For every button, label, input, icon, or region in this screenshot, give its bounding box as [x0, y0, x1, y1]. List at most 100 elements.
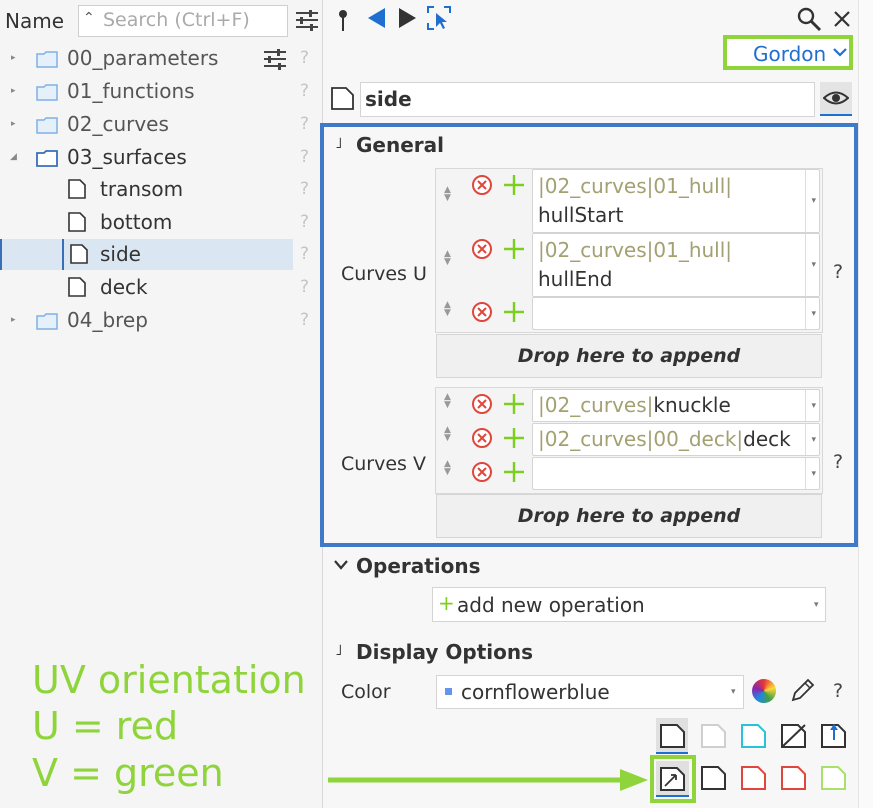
red-edge-surface-icon-2[interactable]: [781, 766, 807, 790]
help-icon[interactable]: ?: [300, 179, 309, 199]
parameters-sliders-icon[interactable]: [262, 48, 288, 70]
expand-arrow-icon[interactable]: ▸: [11, 86, 16, 96]
remove-icon[interactable]: [472, 462, 492, 482]
filter-sliders-icon[interactable]: [294, 8, 320, 32]
color-wheel-icon[interactable]: [752, 679, 776, 703]
object-name-input[interactable]: side: [360, 82, 815, 117]
tree-item-01-functions[interactable]: ▸ 01_functions ?: [0, 76, 309, 107]
remove-icon[interactable]: [472, 239, 492, 259]
expand-arrow-icon[interactable]: ▸: [11, 315, 16, 325]
drop-zone-curves-v[interactable]: Drop here to append: [436, 494, 822, 538]
transparent-surface-icon[interactable]: [701, 724, 727, 748]
expand-arrow-icon[interactable]: ▸: [11, 53, 16, 63]
collapse-section-icon[interactable]: ˩: [335, 134, 342, 152]
curve-v-entry-1[interactable]: |02_curves|knuckle ▾: [532, 389, 820, 422]
display-mode-shaded[interactable]: [656, 718, 688, 754]
search-input[interactable]: Search (Ctrl+F): [103, 9, 250, 31]
help-icon[interactable]: ?: [833, 680, 843, 702]
visibility-toggle[interactable]: [820, 82, 852, 116]
red-edge-surface-icon[interactable]: [741, 766, 767, 790]
pin-icon[interactable]: [336, 8, 350, 32]
select-in-view-icon[interactable]: [426, 5, 452, 31]
help-icon[interactable]: ?: [300, 277, 309, 297]
help-icon[interactable]: ?: [833, 261, 843, 283]
forward-arrow-icon[interactable]: [396, 6, 418, 30]
tree-item-label: 01_functions: [67, 79, 195, 103]
curve-u-entry-1[interactable]: |02_curves|01_hull| hullStart ▾: [532, 169, 820, 233]
help-icon[interactable]: ?: [300, 310, 309, 330]
tree-item-label: 03_surfaces: [67, 145, 187, 169]
help-icon[interactable]: ?: [300, 147, 309, 167]
drag-handle-icon[interactable]: ▲ ▼: [444, 301, 451, 318]
help-icon[interactable]: ?: [300, 81, 309, 101]
add-icon[interactable]: [503, 174, 525, 196]
help-icon[interactable]: ?: [300, 48, 309, 68]
remove-icon[interactable]: [472, 302, 492, 322]
operations-section-title[interactable]: Operations: [356, 554, 481, 578]
tree-item-deck[interactable]: deck ?: [0, 272, 309, 303]
green-edge-surface-icon[interactable]: [821, 766, 847, 790]
help-icon[interactable]: ?: [300, 114, 309, 134]
outline-surface-icon[interactable]: [701, 766, 727, 790]
add-icon[interactable]: [503, 427, 525, 449]
dropdown-arrow-icon[interactable]: ▾: [811, 260, 816, 270]
remove-icon[interactable]: [472, 428, 492, 448]
curves-u-label: Curves U: [341, 263, 427, 285]
remove-icon[interactable]: [472, 175, 492, 195]
color-select[interactable]: cornflowerblue ▾: [436, 675, 744, 709]
tree-item-04-brep[interactable]: ▸ 04_brep ?: [0, 305, 309, 336]
dropdown-arrow-icon: ▾: [731, 687, 736, 697]
dropdown-arrow-icon[interactable]: ▾: [811, 435, 816, 445]
dropdown-arrow-icon[interactable]: ▾: [811, 309, 816, 319]
expand-arrow-icon[interactable]: ▸: [11, 119, 16, 129]
drag-handle-icon[interactable]: ▲ ▼: [444, 460, 451, 477]
back-arrow-icon[interactable]: [365, 6, 387, 30]
search-icon[interactable]: [796, 6, 822, 32]
mesh-surface-icon[interactable]: [781, 724, 807, 748]
object-name-value: side: [365, 87, 412, 111]
add-icon[interactable]: [503, 238, 525, 260]
drag-handle-icon[interactable]: ▲ ▼: [444, 426, 451, 443]
help-icon[interactable]: ?: [833, 451, 843, 473]
add-operation-select[interactable]: + add new operation ▾: [432, 587, 826, 622]
display-options-section-title[interactable]: Display Options: [356, 640, 533, 664]
general-section-title[interactable]: General: [356, 133, 444, 157]
drag-handle-icon[interactable]: ▲ ▼: [444, 250, 451, 267]
help-icon[interactable]: ?: [300, 244, 309, 264]
help-icon[interactable]: ?: [300, 212, 309, 232]
tree-item-02-curves[interactable]: ▸ 02_curves ?: [0, 109, 309, 140]
add-icon[interactable]: [503, 461, 525, 483]
dropdown-arrow-icon[interactable]: ▾: [811, 401, 816, 411]
cyan-edge-surface-icon[interactable]: [741, 724, 767, 748]
close-icon[interactable]: [832, 9, 852, 29]
search-box[interactable]: ⌃ Search (Ctrl+F): [78, 5, 288, 37]
surface-type-select[interactable]: Gordon: [723, 35, 853, 70]
pencil-icon[interactable]: [789, 678, 815, 704]
drag-handle-icon[interactable]: ▲ ▼: [444, 393, 451, 410]
collapse-arrow-icon[interactable]: ◢: [10, 152, 17, 162]
drag-handle-icon[interactable]: ▲ ▼: [444, 186, 451, 203]
drop-zone-curves-u[interactable]: Drop here to append: [436, 334, 822, 378]
collapse-section-icon[interactable]: ˩: [335, 641, 342, 659]
dropdown-arrow-icon[interactable]: ▾: [811, 469, 816, 479]
folder-open-icon: [36, 150, 58, 167]
tree-item-transom[interactable]: transom ?: [0, 174, 309, 205]
chevron-down-icon[interactable]: [333, 559, 349, 571]
curve-v-entry-empty[interactable]: ▾: [532, 457, 820, 490]
sort-up-icon[interactable]: ⌃: [83, 10, 95, 26]
normals-surface-icon[interactable]: [821, 722, 847, 748]
tree-item-bottom[interactable]: bottom ?: [0, 207, 309, 238]
add-icon[interactable]: [503, 393, 525, 415]
curve-v-entry-2[interactable]: |02_curves|00_deck|deck ▾: [532, 423, 820, 456]
curve-u-entry-2[interactable]: |02_curves|01_hull| hullEnd ▾: [532, 233, 820, 297]
add-icon[interactable]: [503, 301, 525, 323]
uv-orientation-icon: [660, 767, 685, 791]
tree-item-00-parameters[interactable]: ▸ 00_parameters ?: [0, 43, 309, 74]
remove-icon[interactable]: [472, 394, 492, 414]
scrollbar[interactable]: [858, 0, 873, 808]
tree-item-03-surfaces[interactable]: ◢ 03_surfaces ?: [0, 142, 309, 173]
curve-u-entry-empty[interactable]: ▾: [532, 297, 820, 330]
display-mode-uv-orientation[interactable]: [656, 761, 689, 797]
tree-item-side[interactable]: side: [0, 239, 293, 270]
dropdown-arrow-icon[interactable]: ▾: [811, 196, 816, 206]
